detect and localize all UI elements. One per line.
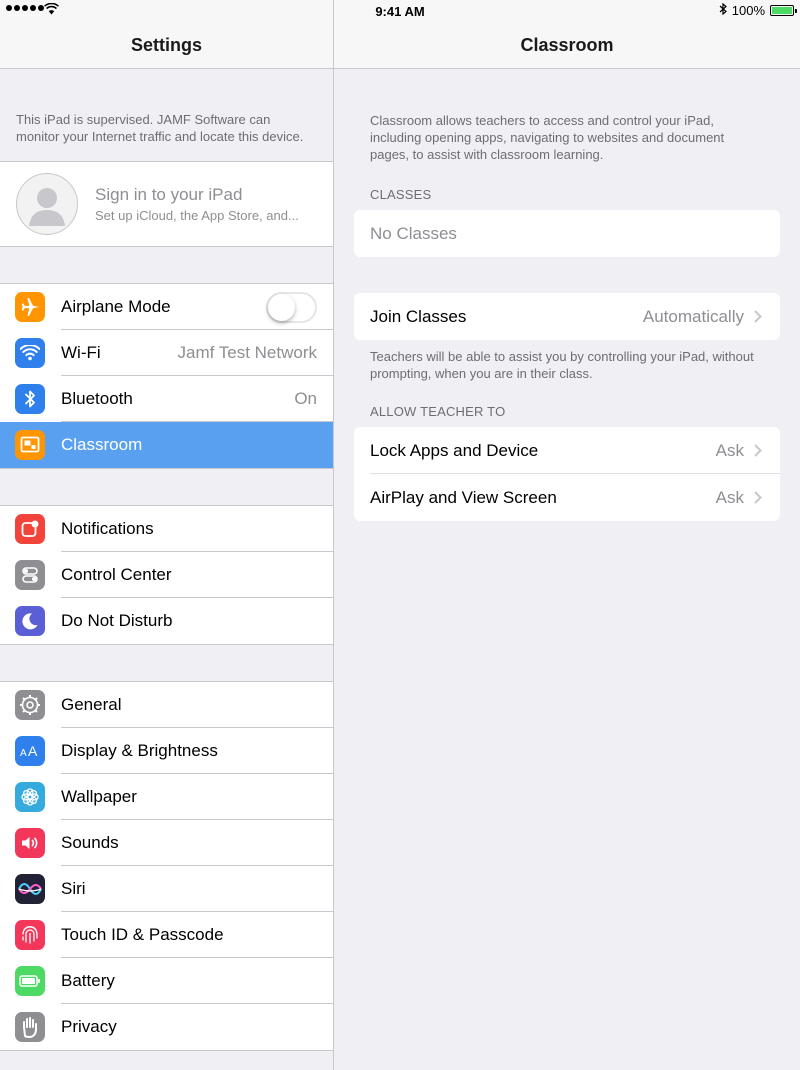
sounds-icon — [15, 828, 45, 858]
settings-row-label: Notifications — [61, 519, 154, 538]
wallpaper-icon — [15, 782, 45, 812]
settings-row-do-not-disturb[interactable]: Do Not Disturb — [0, 598, 333, 644]
settings-row-display-brightness[interactable]: AA Display & Brightness — [0, 728, 333, 774]
settings-row-touch-id[interactable]: Touch ID & Passcode — [0, 912, 333, 958]
classroom-icon — [15, 430, 45, 460]
lock-apps-value: Ask — [715, 440, 744, 460]
settings-row-bluetooth[interactable]: Bluetooth On — [0, 376, 333, 422]
settings-row-wallpaper[interactable]: Wallpaper — [0, 774, 333, 820]
settings-row-label: Wallpaper — [61, 787, 137, 806]
sign-in-title: Sign in to your iPad — [95, 185, 243, 204]
settings-row-label: Airplane Mode — [61, 297, 171, 316]
profile-group: Sign in to your iPad Set up iCloud, the … — [0, 161, 333, 247]
airplane-mode-toggle[interactable] — [266, 291, 317, 323]
settings-row-label: General — [61, 695, 122, 714]
display-icon: AA — [15, 736, 45, 766]
settings-row-label: Display & Brightness — [61, 741, 218, 760]
battery-percent: 100% — [731, 3, 765, 18]
classroom-intro: Classroom allows teachers to access and … — [370, 113, 725, 162]
settings-row-sounds[interactable]: Sounds — [0, 820, 333, 866]
settings-row-battery[interactable]: Battery — [0, 958, 333, 1004]
supervision-note: This iPad is supervised. JAMF Software c… — [16, 112, 304, 144]
settings-row-privacy[interactable]: Privacy — [0, 1004, 333, 1050]
classroom-detail-pane: Classroom Classroom allows teachers to a… — [334, 0, 800, 1070]
detail-title: Classroom — [520, 35, 614, 55]
svg-text:A: A — [20, 748, 27, 759]
join-classes-row[interactable]: Join Classes Automatically — [354, 293, 780, 340]
allow-teacher-card: Lock Apps and Device Ask AirPlay and Vie… — [354, 427, 780, 521]
bluetooth-icon — [15, 384, 45, 414]
join-classes-label: Join Classes — [370, 306, 467, 326]
settings-row-label: Do Not Disturb — [61, 611, 173, 630]
settings-row-label: Classroom — [61, 435, 143, 454]
join-classes-value: Automatically — [642, 306, 744, 326]
no-classes-label: No Classes — [370, 223, 457, 243]
settings-master-pane: Settings This iPad is supervised. JAMF S… — [0, 0, 333, 1070]
settings-row-label: Bluetooth — [61, 389, 133, 408]
settings-row-classroom[interactable]: Classroom — [0, 422, 333, 468]
airplane-icon — [15, 292, 45, 322]
join-note: Teachers will be able to assist you by c… — [370, 349, 754, 381]
settings-row-label: Siri — [61, 879, 86, 898]
settings-group-general: General AA Display & Brightness Wallpape… — [0, 681, 333, 1051]
avatar — [16, 173, 78, 235]
sign-in-subtitle: Set up iCloud, the App Store, and... — [95, 208, 299, 223]
settings-row-general[interactable]: General — [0, 682, 333, 728]
master-title: Settings — [130, 35, 202, 55]
moon-icon — [15, 606, 45, 636]
split-divider — [333, 0, 334, 1070]
status-time: 9:41 AM — [375, 4, 425, 19]
fingerprint-icon — [15, 920, 45, 950]
bluetooth-status-icon — [719, 2, 727, 18]
settings-row-label: Touch ID & Passcode — [61, 925, 224, 944]
lock-apps-label: Lock Apps and Device — [370, 440, 539, 460]
settings-group-notifications: Notifications Control Center Do Not Dist… — [0, 505, 333, 645]
airplay-view-screen-row[interactable]: AirPlay and View Screen Ask — [354, 474, 780, 521]
classes-card: No Classes — [354, 210, 780, 257]
allow-teacher-header: ALLOW TEACHER TO — [370, 404, 506, 419]
settings-row-label: Control Center — [61, 565, 172, 584]
status-bar: 9:41 AM 100% — [0, 0, 800, 22]
settings-row-label: Sounds — [61, 833, 119, 852]
wifi-icon — [15, 338, 45, 368]
settings-row-notifications[interactable]: Notifications — [0, 506, 333, 552]
chevron-right-icon — [754, 310, 766, 323]
notifications-icon — [15, 514, 45, 544]
airplay-value: Ask — [715, 487, 744, 507]
join-card: Join Classes Automatically — [354, 293, 780, 340]
chevron-right-icon — [754, 444, 766, 457]
svg-text:A: A — [28, 743, 38, 759]
settings-row-airplane-mode[interactable]: Airplane Mode — [0, 284, 333, 330]
battery-status-icon — [770, 5, 797, 16]
siri-icon — [15, 874, 45, 904]
settings-row-label: Wi-Fi — [61, 343, 101, 362]
bluetooth-value: On — [294, 389, 317, 408]
settings-row-siri[interactable]: Siri — [0, 866, 333, 912]
settings-row-control-center[interactable]: Control Center — [0, 552, 333, 598]
control-center-icon — [15, 560, 45, 590]
settings-group-connectivity: Airplane Mode Wi-Fi Jamf Test Network Bl… — [0, 283, 333, 469]
gear-icon — [15, 690, 45, 720]
battery-icon — [15, 966, 45, 996]
wifi-network-value: Jamf Test Network — [177, 343, 317, 362]
classes-header: CLASSES — [370, 187, 432, 202]
settings-row-label: Privacy — [61, 1017, 117, 1036]
settings-row-wifi[interactable]: Wi-Fi Jamf Test Network — [0, 330, 333, 376]
hand-icon — [15, 1012, 45, 1042]
airplay-label: AirPlay and View Screen — [370, 487, 557, 507]
sign-in-row[interactable]: Sign in to your iPad Set up iCloud, the … — [0, 162, 333, 246]
no-classes-row: No Classes — [354, 210, 780, 257]
settings-row-label: Battery — [61, 971, 115, 990]
lock-apps-row[interactable]: Lock Apps and Device Ask — [354, 427, 780, 474]
chevron-right-icon — [754, 491, 766, 504]
